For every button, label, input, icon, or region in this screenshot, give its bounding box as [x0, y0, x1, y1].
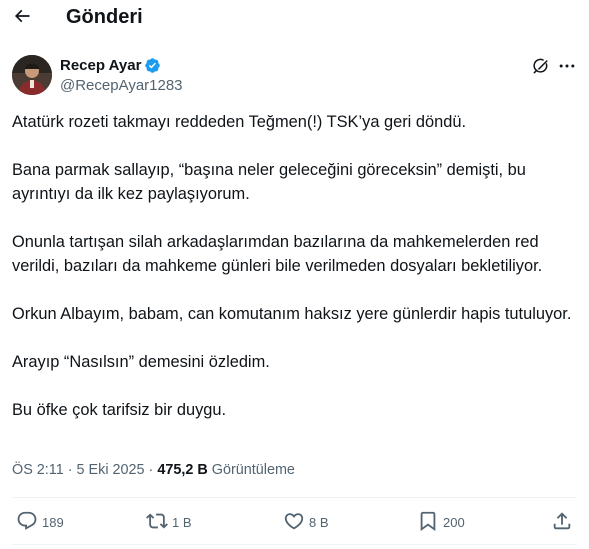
reply-count: 189 — [42, 515, 64, 530]
like-button[interactable]: 8 B — [283, 510, 329, 535]
tweet-date[interactable]: 5 Eki 2025 — [77, 462, 145, 478]
retweet-button[interactable]: 1 B — [146, 510, 192, 535]
tweet-paragraph: Bana parmak sallayıp, “başına neler gele… — [12, 161, 526, 203]
reply-button[interactable]: 189 — [16, 510, 64, 535]
arrow-left-icon[interactable] — [10, 4, 34, 28]
more-options-icon[interactable] — [557, 56, 577, 76]
share-icon — [551, 510, 573, 535]
bookmark-icon — [417, 510, 439, 535]
retweet-icon — [146, 510, 168, 535]
tweet-paragraph: Atatürk rozeti takmayı reddeden Teğmen(!… — [12, 113, 467, 131]
meta-separator: · — [148, 462, 154, 478]
heart-icon — [283, 510, 305, 535]
bookmark-count: 200 — [443, 515, 465, 530]
avatar[interactable] — [12, 55, 52, 95]
page-title: Gönderi — [66, 6, 143, 28]
share-button[interactable] — [551, 510, 573, 535]
divider — [12, 544, 577, 545]
action-bar: 189 1 B 8 B 200 — [0, 500, 589, 544]
tweet-meta: ÖS 2:11 · 5 Eki 2025 · 475,2 B Görüntüle… — [12, 460, 295, 480]
author-name-row: Recep Ayar — [60, 56, 161, 75]
divider — [12, 497, 577, 498]
tweet-paragraph: Bu öfke çok tarifsiz bir duygu. — [12, 401, 227, 419]
author-name[interactable]: Recep Ayar — [60, 56, 141, 75]
tweet-text: Atatürk rozeti takmayı reddeden Teğmen(!… — [12, 110, 578, 446]
view-count[interactable]: 475,2 B — [157, 462, 207, 478]
bookmark-button[interactable]: 200 — [417, 510, 465, 535]
meta-separator: · — [67, 462, 73, 478]
retweet-count: 1 B — [172, 515, 192, 530]
tweet-paragraph: Onunla tartışan silah arkadaşlarımdan ba… — [12, 233, 543, 275]
verified-badge-icon — [144, 57, 161, 74]
view-count-label: Görüntüleme — [211, 462, 295, 478]
tweet-time[interactable]: ÖS 2:11 — [12, 462, 64, 478]
like-count: 8 B — [309, 515, 329, 530]
grok-icon[interactable] — [531, 56, 551, 76]
tweet-paragraph: Orkun Albayım, babam, can komutanım haks… — [12, 305, 572, 323]
tweet-paragraph: Arayıp “Nasılsın” demesini özledim. — [12, 353, 270, 371]
author-handle[interactable]: @RecepAyar1283 — [60, 76, 183, 95]
reply-icon — [16, 510, 38, 535]
top-bar: Gönderi — [0, 0, 589, 34]
